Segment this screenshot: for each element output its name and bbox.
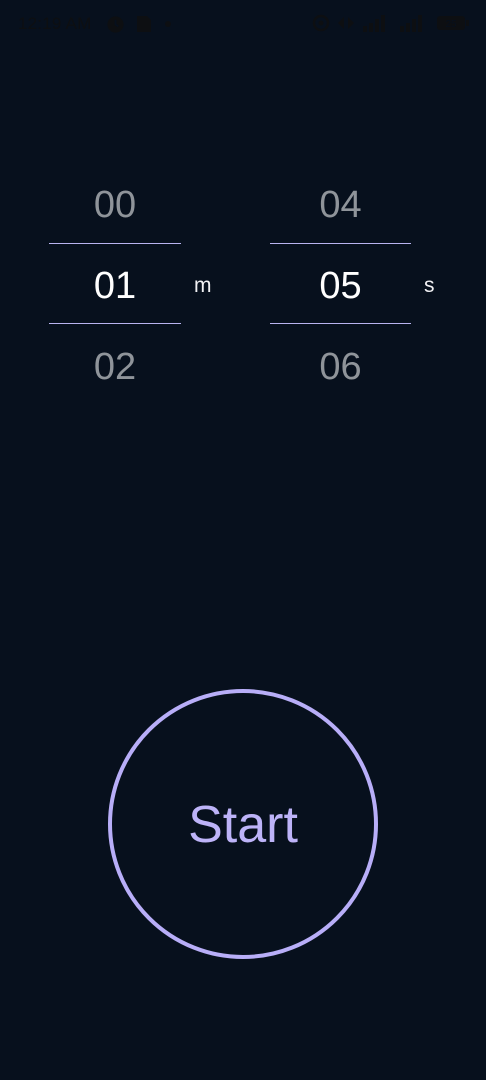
signal-icon-2 — [399, 14, 429, 32]
start-button[interactable]: Start — [108, 689, 378, 959]
minutes-unit-label: m — [194, 274, 212, 297]
seconds-bottom-divider — [270, 323, 411, 324]
alarm-icon — [106, 15, 125, 34]
signal-icon — [362, 14, 392, 32]
battery-icon: 25 — [436, 14, 470, 32]
wifi-calling-icon — [312, 14, 330, 32]
minutes-bottom-divider — [49, 323, 181, 324]
sim-card-icon — [135, 14, 153, 34]
status-left-icons — [106, 14, 173, 34]
seconds-prev-value[interactable]: 04 — [270, 182, 411, 228]
seconds-next-value[interactable]: 06 — [270, 344, 411, 390]
status-right-icons: 25 — [312, 14, 470, 32]
minutes-selected-value[interactable]: 01 — [49, 263, 181, 309]
start-button-label: Start — [188, 796, 298, 854]
minutes-picker[interactable]: 00 01 02 — [49, 180, 181, 392]
status-time: 12:19 AM — [18, 14, 92, 33]
status-bar: 12:19 AM 25 — [0, 0, 486, 48]
dot-icon — [163, 19, 173, 29]
seconds-picker[interactable]: 04 05 06 — [270, 180, 411, 392]
seconds-top-divider — [270, 243, 411, 244]
minutes-top-divider — [49, 243, 181, 244]
seconds-selected-value[interactable]: 05 — [270, 263, 411, 309]
minutes-prev-value[interactable]: 00 — [49, 182, 181, 228]
minutes-next-value[interactable]: 02 — [49, 344, 181, 390]
seconds-unit-label: s — [424, 274, 435, 297]
data-arrows-icon — [337, 15, 355, 31]
battery-level: 25 — [445, 19, 457, 30]
